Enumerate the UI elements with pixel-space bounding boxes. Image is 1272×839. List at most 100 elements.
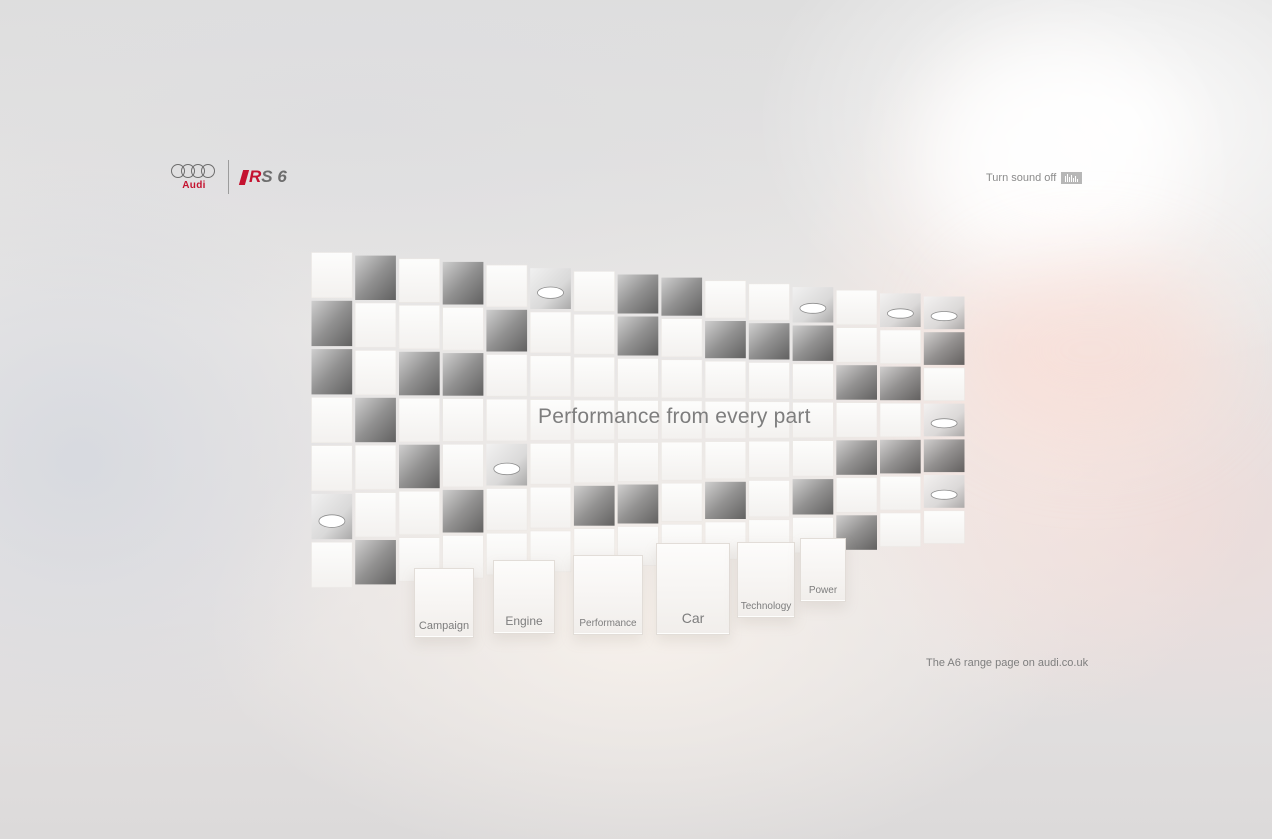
blank-tile: [486, 354, 528, 397]
blank-tile: [617, 442, 659, 482]
photo-thumbnail-tile[interactable]: [705, 321, 746, 359]
equalizer-icon: [1061, 172, 1083, 184]
a6-range-link[interactable]: The A6 range page on audi.co.uk: [926, 657, 1088, 669]
blank-tile: [923, 510, 965, 544]
blank-tile: [704, 360, 747, 399]
blank-tile: [398, 398, 441, 443]
photo-thumbnail-tile[interactable]: [311, 349, 353, 395]
blank-tile: [661, 318, 703, 358]
nav-tile-engine[interactable]: Engine: [493, 560, 555, 634]
photo-thumbnail-tile[interactable]: [661, 277, 703, 316]
blank-tile: [311, 252, 353, 299]
photo-thumbnail-tile[interactable]: [880, 439, 921, 474]
blank-tile: [573, 314, 615, 355]
photo-thumbnail-tile[interactable]: [442, 261, 484, 305]
car-thumbnail-icon: [493, 462, 521, 476]
photo-thumbnail-tile[interactable]: [311, 300, 353, 347]
car-thumbnail-icon: [930, 489, 958, 500]
photo-thumbnail-tile[interactable]: [355, 540, 396, 585]
blank-tile: [442, 444, 484, 488]
photo-thumbnail-tile[interactable]: [705, 481, 746, 519]
blank-tile: [529, 443, 572, 485]
sound-toggle[interactable]: Turn sound off: [986, 172, 1083, 184]
blank-tile: [354, 302, 397, 348]
photo-thumbnail-tile[interactable]: [617, 316, 659, 356]
photo-thumbnail-tile[interactable]: [399, 351, 440, 396]
blank-tile: [704, 441, 747, 480]
audi-logo[interactable]: Audi: [170, 163, 218, 191]
sound-toggle-label: Turn sound off: [986, 172, 1057, 184]
blank-tile: [486, 398, 528, 442]
blank-tile: [923, 367, 965, 401]
nav-tile-performance[interactable]: Performance: [573, 555, 643, 635]
blank-tile: [879, 512, 922, 547]
page-headline: Performance from every part: [538, 405, 811, 428]
nav-tile-car[interactable]: Car: [656, 543, 730, 635]
blank-tile: [354, 492, 397, 538]
nav-tile-label: Engine: [505, 614, 543, 628]
light-flare: [920, 40, 1180, 280]
blank-tile: [835, 402, 878, 438]
photo-thumbnail-tile[interactable]: [792, 479, 834, 515]
blank-tile: [835, 477, 878, 513]
photo-thumbnail-tile[interactable]: [617, 484, 659, 524]
blank-tile: [529, 486, 572, 529]
photo-thumbnail-tile[interactable]: [442, 489, 484, 533]
photo-thumbnail-tile[interactable]: [355, 397, 396, 443]
blank-tile: [486, 488, 528, 531]
blank-tile: [879, 329, 922, 364]
blank-tile: [354, 350, 397, 396]
rs-badge-text: S 6: [261, 167, 287, 186]
blank-tile: [835, 289, 878, 326]
rs-badge-bar-icon: [238, 169, 250, 185]
photo-thumbnail-tile[interactable]: [923, 332, 965, 365]
blank-tile: [398, 258, 441, 303]
blank-tile: [398, 490, 441, 535]
photo-thumbnail-tile[interactable]: [442, 353, 484, 396]
nav-tile-label: Campaign: [418, 620, 470, 632]
blank-tile: [792, 363, 834, 400]
tile-wall: Performance from every part: [308, 245, 968, 595]
blank-tile: [442, 398, 484, 442]
nav-tile-technology[interactable]: Technology: [737, 542, 795, 618]
photo-thumbnail-tile[interactable]: [923, 439, 965, 473]
blank-tile: [748, 283, 790, 321]
blank-tile: [529, 311, 572, 354]
blank-tile: [311, 541, 353, 588]
photo-thumbnail-tile[interactable]: [399, 444, 440, 489]
photo-thumbnail-tile[interactable]: [836, 365, 877, 400]
car-thumbnail-icon: [887, 308, 914, 319]
car-thumbnail-icon: [318, 514, 346, 528]
blank-tile: [573, 271, 615, 312]
car-thumbnail-icon: [537, 286, 564, 299]
brand-divider: [228, 160, 229, 194]
photo-thumbnail-tile[interactable]: [792, 325, 834, 361]
photo-thumbnail-tile[interactable]: [617, 274, 659, 314]
car-thumbnail-icon: [930, 418, 958, 429]
blank-tile: [617, 358, 659, 398]
blank-tile: [835, 327, 878, 363]
photo-thumbnail-tile[interactable]: [836, 440, 877, 475]
photo-thumbnail-tile[interactable]: [573, 485, 615, 526]
nav-tile-label: Power: [808, 585, 838, 596]
stage: Audi R S 6 Turn sound off Performance fr…: [0, 0, 1272, 839]
car-thumbnail-icon: [930, 311, 958, 322]
blank-tile: [748, 362, 790, 400]
rs6-badge: R S 6: [238, 167, 287, 187]
nav-tile-campaign[interactable]: Campaign: [414, 568, 474, 638]
rs-badge-r: R: [249, 167, 262, 186]
brand-header: Audi R S 6: [170, 160, 287, 194]
blank-tile: [442, 307, 484, 351]
photo-thumbnail-tile[interactable]: [486, 309, 528, 352]
nav-tile-power[interactable]: Power: [800, 538, 846, 602]
blank-tile: [354, 444, 397, 490]
light-flare: [960, 260, 1220, 440]
blank-tile: [661, 441, 703, 481]
photo-thumbnail-tile[interactable]: [880, 366, 921, 401]
photo-thumbnail-tile[interactable]: [748, 323, 790, 360]
car-thumbnail-icon: [799, 302, 827, 314]
blank-tile: [748, 480, 790, 518]
photo-thumbnail-tile[interactable]: [355, 255, 396, 300]
blank-tile: [311, 397, 353, 443]
blank-tile: [879, 476, 922, 511]
